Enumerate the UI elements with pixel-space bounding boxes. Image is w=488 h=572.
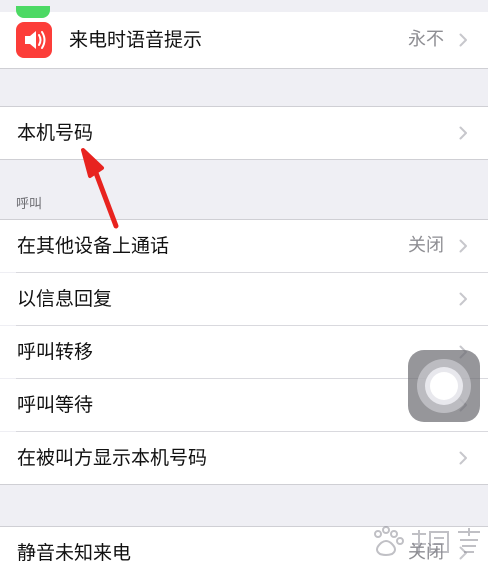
silence-unknown-label: 静音未知来电 [17,542,132,564]
my-number-label: 本机号码 [17,122,94,144]
section-header-calls: 呼叫 [16,197,43,212]
row-respond-with-text[interactable]: 以信息回复 [0,273,488,325]
row-my-number[interactable]: 本机号码 [0,107,488,159]
respond-with-text-label: 以信息回复 [17,288,113,310]
calls-other-devices-label: 在其他设备上通话 [17,235,170,257]
chevron-right-icon [459,451,467,465]
chevron-right-icon [459,292,467,306]
call-waiting-label: 呼叫等待 [17,394,94,416]
assistive-touch-center [430,372,458,400]
speaker-icon [16,22,52,58]
calls-other-devices-value: 关闭 [408,235,444,256]
show-caller-id-label: 在被叫方显示本机号码 [17,447,208,469]
chevron-right-icon [459,33,467,47]
divider [0,484,488,485]
phone-settings-screen: 来电时语音提示 永不 本机号码 呼叫 在其他设备上通话 关闭 以信息回复 呼叫转… [0,0,488,572]
chevron-right-icon [459,239,467,253]
announce-calls-value: 永不 [408,29,444,50]
row-show-caller-id[interactable]: 在被叫方显示本机号码 [0,432,488,484]
row-calls-other-devices[interactable]: 在其他设备上通话 关闭 [0,220,488,272]
assistive-touch-icon[interactable] [408,350,480,422]
divider [0,68,488,69]
call-forwarding-label: 呼叫转移 [17,341,94,363]
prev-row-green-icon [16,6,50,18]
divider [0,159,488,160]
baidu-jingyan-watermark [374,526,480,556]
row-announce-calls[interactable]: 来电时语音提示 永不 [0,6,488,68]
chevron-right-icon [459,126,467,140]
announce-calls-label: 来电时语音提示 [69,29,203,51]
